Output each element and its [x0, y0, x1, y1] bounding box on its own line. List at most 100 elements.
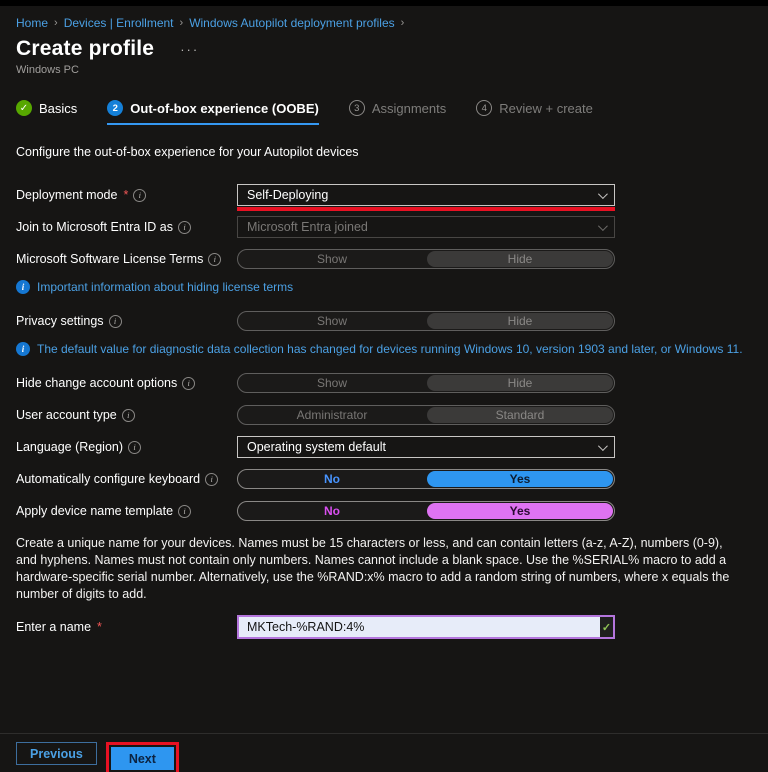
tab-assignments[interactable]: 3 Assignments: [349, 100, 446, 125]
toggle-option-administrator: Administrator: [239, 407, 425, 423]
next-button[interactable]: Next: [111, 747, 174, 770]
name-input[interactable]: [237, 615, 615, 639]
validation-box: ✓: [600, 617, 613, 637]
create-profile-page: Home › Devices | Enrollment › Windows Au…: [0, 15, 768, 643]
hide-account-options-toggle: Show Hide: [237, 373, 615, 393]
field-label: Hide change account options i: [16, 376, 237, 390]
selected-value: Microsoft Entra joined: [247, 220, 598, 234]
breadcrumb-separator: ›: [54, 17, 58, 29]
tab-label: Review + create: [499, 101, 593, 116]
toggle-option-show: Show: [239, 251, 425, 267]
label-text: Join to Microsoft Entra ID as: [16, 220, 173, 234]
privacy-toggle: Show Hide: [237, 311, 615, 331]
privacy-control: Show Hide: [237, 311, 615, 331]
row-license-terms: Microsoft Software License Terms i Show …: [16, 243, 768, 275]
tab-oobe[interactable]: 2 Out-of-box experience (OOBE): [107, 100, 319, 125]
license-info-link[interactable]: Important information about hiding licen…: [37, 280, 293, 294]
previous-button[interactable]: Previous: [16, 742, 97, 765]
toggle-option-show: Show: [239, 313, 425, 329]
row-user-account-type: User account type i Administrator Standa…: [16, 399, 768, 431]
label-text: Language (Region): [16, 440, 123, 454]
tab-label: Assignments: [372, 101, 446, 116]
row-hide-account-options: Hide change account options i Show Hide: [16, 367, 768, 399]
more-menu-icon[interactable]: ···: [180, 42, 199, 57]
field-label: User account type i: [16, 408, 237, 422]
field-label: Automatically configure keyboard i: [16, 472, 237, 486]
keyboard-control: No Yes: [237, 469, 615, 489]
label-text: Apply device name template: [16, 504, 173, 518]
naming-help-text: Create a unique name for your devices. N…: [16, 535, 742, 603]
toggle-option-yes[interactable]: Yes: [427, 471, 613, 487]
toggle-option-show: Show: [239, 375, 425, 391]
user-account-type-toggle: Administrator Standard: [237, 405, 615, 425]
user-account-type-control: Administrator Standard: [237, 405, 615, 425]
selected-value: Operating system default: [247, 440, 598, 454]
toggle-option-no[interactable]: No: [239, 503, 425, 519]
tab-basics[interactable]: ✓ Basics: [16, 100, 77, 125]
name-control: ✓: [237, 615, 615, 639]
field-label: Deployment mode * i: [16, 188, 237, 202]
label-text: Microsoft Software License Terms: [16, 252, 203, 266]
license-terms-toggle: Show Hide: [237, 249, 615, 269]
breadcrumb-separator: ›: [180, 17, 184, 29]
page-subtitle: Windows PC: [16, 64, 768, 78]
step-number-icon: 3: [349, 100, 365, 116]
breadcrumb: Home › Devices | Enrollment › Windows Au…: [16, 15, 768, 31]
tab-label: Out-of-box experience (OOBE): [130, 101, 319, 116]
row-deployment-mode: Deployment mode * i Self-Deploying: [16, 179, 768, 211]
field-label: Language (Region) i: [16, 440, 237, 454]
toggle-option-hide: Hide: [427, 313, 613, 329]
info-icon[interactable]: i: [128, 441, 141, 454]
tab-label: Basics: [39, 101, 77, 116]
device-name-template-control: No Yes: [237, 501, 615, 521]
deployment-mode-control: Self-Deploying: [237, 184, 615, 206]
info-icon[interactable]: i: [205, 473, 218, 486]
info-icon[interactable]: i: [178, 505, 191, 518]
step-number-icon: 4: [476, 100, 492, 116]
info-icon: i: [16, 342, 30, 356]
window-top-strip: [0, 0, 768, 6]
intro-text: Configure the out-of-box experience for …: [16, 145, 768, 161]
name-input-wrap: ✓: [237, 615, 615, 639]
selected-value: Self-Deploying: [247, 188, 598, 202]
row-configure-keyboard: Automatically configure keyboard i No Ye…: [16, 463, 768, 495]
row-privacy-settings: Privacy settings i Show Hide: [16, 305, 768, 337]
title-row: Create profile ···: [16, 36, 768, 62]
required-asterisk: *: [123, 188, 128, 202]
row-language: Language (Region) i Operating system def…: [16, 431, 768, 463]
label-text: Deployment mode: [16, 188, 117, 202]
toggle-option-yes[interactable]: Yes: [427, 503, 613, 519]
tab-review-create[interactable]: 4 Review + create: [476, 100, 593, 125]
info-icon: i: [16, 280, 30, 294]
field-label: Privacy settings i: [16, 314, 237, 328]
chevron-down-icon: [598, 441, 608, 451]
language-control: Operating system default: [237, 436, 615, 458]
row-enter-name: Enter a name * ✓: [16, 611, 768, 643]
label-text: Privacy settings: [16, 314, 104, 328]
keyboard-toggle[interactable]: No Yes: [237, 469, 615, 489]
field-label: Apply device name template i: [16, 504, 237, 518]
info-icon[interactable]: i: [182, 377, 195, 390]
chevron-down-icon: [598, 221, 608, 231]
label-text: Hide change account options: [16, 376, 177, 390]
info-icon[interactable]: i: [133, 189, 146, 202]
device-name-template-toggle[interactable]: No Yes: [237, 501, 615, 521]
breadcrumb-home[interactable]: Home: [16, 16, 48, 30]
license-terms-control: Show Hide: [237, 249, 615, 269]
deployment-mode-dropdown[interactable]: Self-Deploying: [237, 184, 615, 206]
annotation-red-underline: [237, 207, 615, 211]
language-dropdown[interactable]: Operating system default: [237, 436, 615, 458]
oobe-form: Deployment mode * i Self-Deploying Join …: [16, 179, 768, 643]
breadcrumb-autopilot-profiles[interactable]: Windows Autopilot deployment profiles: [189, 16, 394, 30]
annotation-red-box: Next: [106, 742, 179, 772]
field-label: Join to Microsoft Entra ID as i: [16, 220, 237, 234]
breadcrumb-devices-enrollment[interactable]: Devices | Enrollment: [64, 16, 174, 30]
info-icon[interactable]: i: [122, 409, 135, 422]
info-icon[interactable]: i: [109, 315, 122, 328]
page-title: Create profile: [16, 37, 154, 61]
field-label: Enter a name *: [16, 620, 237, 634]
toggle-option-standard: Standard: [427, 407, 613, 423]
toggle-option-no[interactable]: No: [239, 471, 425, 487]
info-icon[interactable]: i: [178, 221, 191, 234]
info-icon[interactable]: i: [208, 253, 221, 266]
